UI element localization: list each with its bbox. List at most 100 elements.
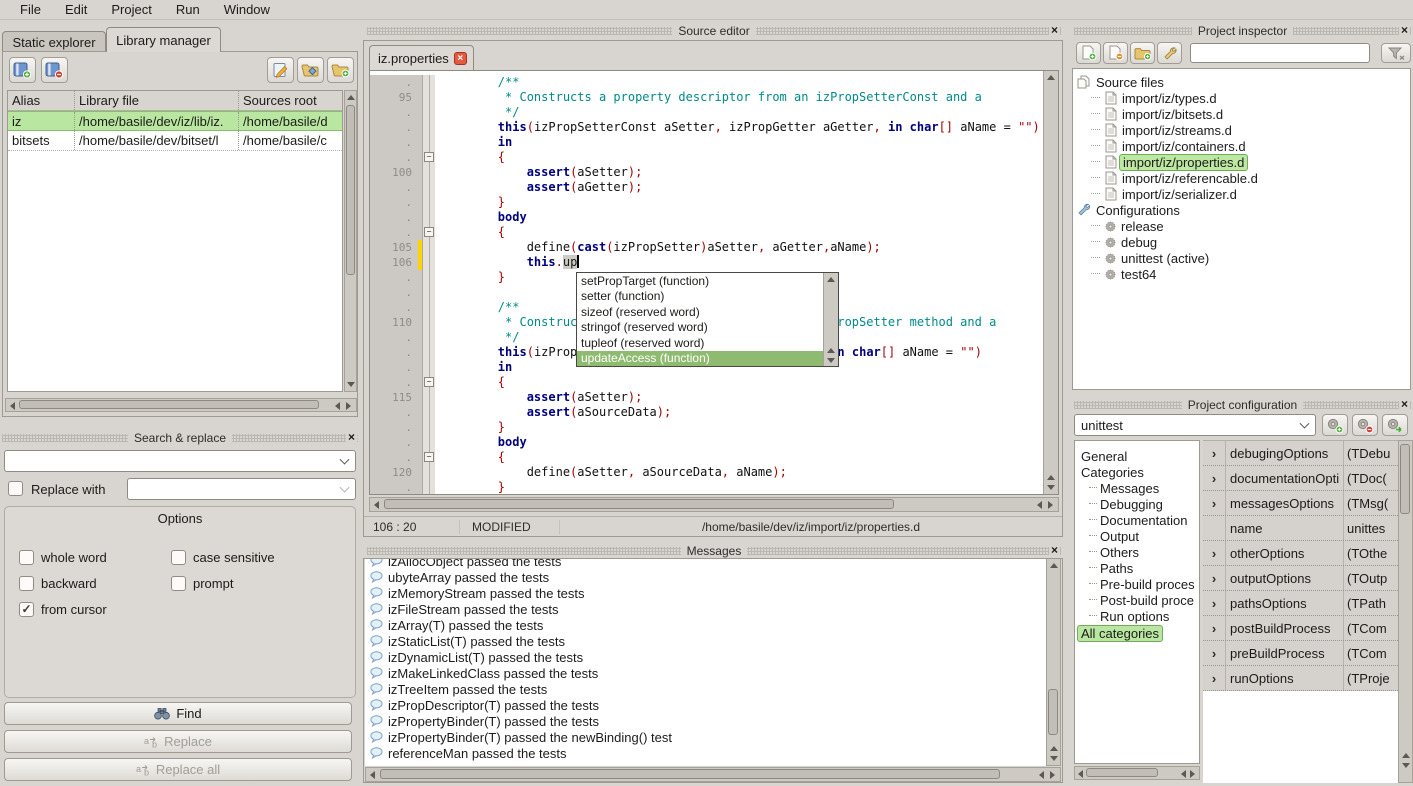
code-line[interactable]: .− { (370, 150, 1043, 165)
col-library-file[interactable]: Library file (74, 91, 238, 110)
remove-configuration-button[interactable] (1352, 414, 1378, 436)
expand-icon[interactable]: › (1203, 466, 1225, 490)
message-row[interactable]: izTreeItem passed the tests (365, 681, 1046, 697)
tab-static-explorer[interactable]: Static explorer (2, 31, 106, 52)
category-general[interactable]: General (1075, 448, 1199, 464)
menu-edit[interactable]: Edit (53, 1, 99, 19)
add-configuration-button[interactable] (1322, 414, 1348, 436)
close-icon[interactable]: × (1399, 23, 1410, 37)
remove-source-button[interactable] (1103, 42, 1128, 64)
messages-list[interactable]: izAllocObject passed the testsubyteArray… (365, 559, 1046, 766)
code-line[interactable]: 95 * Constructs a property descriptor fr… (370, 90, 1043, 105)
property-row-outputoptions[interactable]: ›outputOptions(TOutp (1203, 566, 1398, 591)
property-row-runoptions[interactable]: ›runOptions(TProje (1203, 666, 1398, 691)
message-row[interactable]: izPropertyBinder(T) passed the tests (365, 713, 1046, 729)
message-row[interactable]: izFileStream passed the tests (365, 601, 1046, 617)
tree-config-release[interactable]: release (1073, 218, 1410, 234)
property-row-messagesoptions[interactable]: ›messagesOptions(TMsg( (1203, 491, 1398, 516)
expand-icon[interactable]: › (1203, 591, 1225, 615)
tree-file-import-iz-bitsets-d[interactable]: import/iz/bitsets.d (1073, 106, 1410, 122)
tab-library-manager[interactable]: Library manager (106, 27, 221, 52)
messages-vscrollbar[interactable] (1046, 559, 1061, 766)
messages-hscrollbar[interactable] (365, 767, 1061, 782)
category-pre-build-proces[interactable]: Pre-build proces (1075, 576, 1199, 592)
replace-button[interactable]: ab Replace (4, 730, 352, 753)
property-row-name[interactable]: nameunittes (1203, 516, 1398, 541)
completion-item[interactable]: stringof (reserved word) (577, 320, 823, 336)
tree-file-import-iz-types-d[interactable]: import/iz/types.d (1073, 90, 1410, 106)
code-line[interactable]: . } (370, 420, 1043, 435)
category-output[interactable]: Output (1075, 528, 1199, 544)
library-vscrollbar[interactable] (344, 90, 357, 392)
menu-window[interactable]: Window (212, 1, 282, 19)
category-all-categories[interactable]: All categories (1075, 625, 1199, 641)
expand-icon[interactable]: › (1203, 541, 1225, 565)
close-icon[interactable]: × (346, 430, 357, 444)
property-grid-vscrollbar[interactable] (1398, 440, 1413, 783)
replace-with-checkbox[interactable] (8, 481, 23, 496)
add-folder-button[interactable] (327, 57, 354, 83)
option-from-cursor[interactable]: ✓from cursor (19, 596, 171, 622)
message-row[interactable]: izStaticList(T) passed the tests (365, 633, 1046, 649)
tree-configurations[interactable]: Configurations (1073, 202, 1410, 218)
code-line[interactable]: .− { (370, 450, 1043, 465)
expand-icon[interactable]: › (1203, 616, 1225, 640)
completion-item[interactable]: updateAccess (function) (577, 351, 823, 367)
fold-collapse-icon[interactable]: − (424, 227, 434, 237)
close-tab-icon[interactable]: × (454, 52, 467, 65)
category-categories[interactable]: Categories (1075, 464, 1199, 480)
code-line[interactable]: . assert(aGetter); (370, 180, 1043, 195)
property-row-pathsoptions[interactable]: ›pathsOptions(TPath (1203, 591, 1398, 616)
code-line[interactable]: . in (370, 135, 1043, 150)
completion-scrollbar[interactable] (823, 273, 838, 366)
fold-collapse-icon[interactable]: − (424, 152, 434, 162)
editor-hscrollbar[interactable] (369, 497, 1059, 512)
library-table-header[interactable]: AliasLibrary fileSources root (8, 91, 342, 111)
col-sources-root[interactable]: Sources root (238, 91, 342, 110)
tree-config-unittest-active[interactable]: unittest (active) (1073, 250, 1410, 266)
replace-input[interactable] (127, 478, 356, 500)
menu-file[interactable]: File (8, 1, 53, 19)
option-prompt[interactable]: prompt (171, 570, 323, 596)
message-row[interactable]: izPropertyBinder(T) passed the newBindin… (365, 729, 1046, 745)
message-row[interactable]: ubyteArray passed the tests (365, 569, 1046, 585)
remove-library-button[interactable] (41, 57, 68, 83)
message-row[interactable]: izMakeLinkedClass passed the tests (365, 665, 1046, 681)
message-row[interactable]: referenceMan passed the tests (365, 745, 1046, 761)
completion-item[interactable]: setPropTarget (function) (577, 273, 823, 289)
categories-hscrollbar[interactable] (1074, 766, 1200, 780)
message-row[interactable]: izDynamicList(T) passed the tests (365, 649, 1046, 665)
code-line[interactable]: 120 define(aSetter, aSourceData, aName); (370, 465, 1043, 480)
fold-collapse-icon[interactable]: − (424, 377, 434, 387)
code-line[interactable]: . body (370, 435, 1043, 450)
category-run-options[interactable]: Run options (1075, 608, 1199, 624)
find-button[interactable]: Find (4, 702, 352, 725)
message-row[interactable]: izAllocObject passed the tests (365, 559, 1046, 569)
code-line[interactable]: . /** (370, 75, 1043, 90)
menu-run[interactable]: Run (164, 1, 212, 19)
close-icon[interactable]: × (1399, 397, 1410, 411)
search-input[interactable] (4, 450, 356, 472)
open-library-folder-button[interactable] (297, 57, 324, 83)
close-icon[interactable]: × (1049, 543, 1060, 557)
completion-item[interactable]: sizeof (reserved word) (577, 304, 823, 320)
code-line[interactable]: . assert(aSourceData); (370, 405, 1043, 420)
message-row[interactable]: izMemoryStream passed the tests (365, 585, 1046, 601)
project-tools-button[interactable] (1157, 42, 1182, 64)
library-hscrollbar[interactable] (5, 398, 357, 412)
close-icon[interactable]: × (1049, 23, 1060, 37)
code-line[interactable]: 115 assert(aSetter); (370, 390, 1043, 405)
add-source-button[interactable] (1076, 42, 1101, 64)
completion-item[interactable]: tupleof (reserved word) (577, 335, 823, 351)
code-line[interactable]: . } (370, 480, 1043, 494)
tree-config-test64[interactable]: test64 (1073, 266, 1410, 282)
property-row-documentationopti[interactable]: ›documentationOpti(TDoc( (1203, 466, 1398, 491)
message-row[interactable]: izArray(T) passed the tests (365, 617, 1046, 633)
library-row-iz[interactable]: iz/home/basile/dev/iz/lib/iz./home/basil… (8, 111, 342, 131)
tree-file-import-iz-referencable-d[interactable]: import/iz/referencable.d (1073, 170, 1410, 186)
message-row[interactable]: izPropDescriptor(T) passed the tests (365, 697, 1046, 713)
code-line[interactable]: . */ (370, 105, 1043, 120)
edit-library-button[interactable] (267, 57, 294, 83)
property-row-otheroptions[interactable]: ›otherOptions(TOthe (1203, 541, 1398, 566)
clone-configuration-button[interactable] (1382, 414, 1408, 436)
